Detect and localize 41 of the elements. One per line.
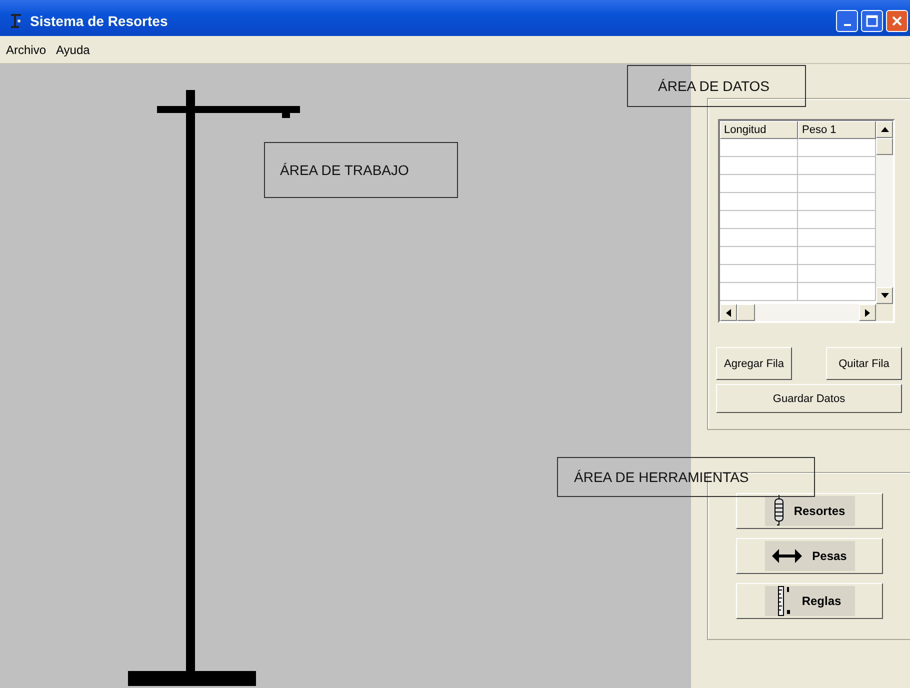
area-label: ÁREA DE HERRAMIENTAS	[557, 457, 815, 497]
column-header[interactable]: Longitud	[720, 121, 798, 139]
table-row[interactable]	[720, 247, 876, 265]
column-header[interactable]: Peso 1	[798, 121, 876, 139]
table-row[interactable]	[720, 283, 876, 301]
area-label: ÁREA DE TRABAJO	[264, 142, 458, 198]
dumbbell-icon	[772, 549, 802, 563]
table-row[interactable]	[720, 229, 876, 247]
scroll-thumb[interactable]	[737, 304, 755, 321]
ruler-icon	[778, 586, 792, 616]
left-arrow-icon	[726, 308, 731, 316]
window-title: Sistema de Resortes	[30, 13, 169, 29]
menu-item[interactable]: Ayuda	[56, 42, 90, 56]
close-button[interactable]	[886, 10, 908, 32]
table-action-button[interactable]: Quitar Fila	[826, 347, 902, 380]
spring-icon	[774, 495, 784, 527]
table-row[interactable]	[720, 175, 876, 193]
down-arrow-icon	[880, 293, 888, 298]
app-icon	[10, 13, 22, 29]
table-row[interactable]	[720, 139, 876, 157]
table-action-button[interactable]: Agregar Fila	[716, 347, 792, 380]
maximize-icon	[866, 15, 878, 27]
area-label: ÁREA DE DATOS	[627, 65, 806, 107]
table-row[interactable]	[720, 193, 876, 211]
minimize-icon	[844, 24, 850, 26]
horizontal-scrollbar[interactable]	[720, 304, 893, 321]
vertical-scrollbar[interactable]	[876, 121, 893, 304]
minimize-button[interactable]	[836, 10, 858, 32]
tool-button[interactable]: Reglas	[736, 583, 883, 619]
tool-button[interactable]: Resortes	[736, 493, 883, 529]
maximize-button[interactable]	[861, 10, 883, 32]
close-icon	[892, 16, 902, 26]
table-row[interactable]	[720, 157, 876, 175]
table-row[interactable]	[720, 211, 876, 229]
tool-button[interactable]: Pesas	[736, 538, 883, 574]
scroll-thumb[interactable]	[876, 138, 893, 155]
menu-item[interactable]: Archivo	[6, 42, 46, 56]
table-row[interactable]	[720, 265, 876, 283]
table-action-button[interactable]: Guardar Datos	[716, 384, 902, 413]
right-arrow-icon	[865, 308, 870, 316]
up-arrow-icon	[880, 127, 888, 132]
